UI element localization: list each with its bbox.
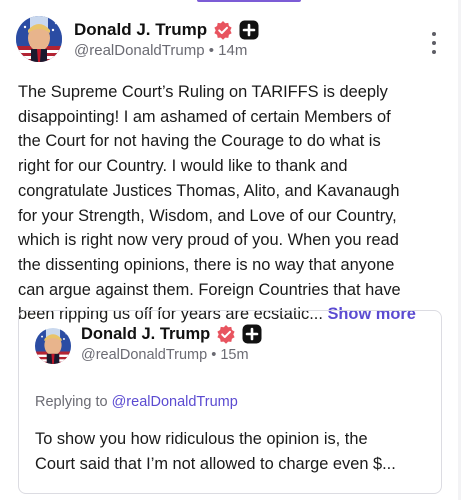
replying-to: Replying to @realDonaldTrump [35, 394, 238, 410]
post-body-line: congratulate Justices Thomas, Alito, and… [18, 181, 400, 200]
post-timestamp[interactable]: 14m [218, 42, 247, 59]
quoted-post-body: To show you how ridiculous the opinion i… [35, 427, 431, 476]
post-body: The Supreme Court’s Ruling on TARIFFS is… [18, 80, 448, 327]
avatar-image [16, 16, 62, 62]
quoted-author-handle[interactable]: @realDonaldTrump [81, 347, 207, 363]
author-meta-row: @realDonaldTrump • 14m [74, 42, 247, 59]
quoted-author-display-name[interactable]: Donald J. Trump [81, 325, 210, 344]
menu-dot [432, 32, 436, 36]
quoted-post-body-line: To show you how ridiculous the opinion i… [35, 430, 368, 448]
post-body-line: can argue against them. Foreign Countrie… [18, 280, 401, 299]
author-handle[interactable]: @realDonaldTrump [74, 42, 205, 59]
replying-to-handle-link[interactable]: @realDonaldTrump [112, 394, 238, 410]
post: Donald J. Trump @realDonaldTrump • 14m T… [0, 0, 461, 500]
replying-to-label: Replying to [35, 394, 108, 410]
avatar[interactable] [16, 16, 62, 62]
plus-badge-icon [242, 324, 262, 344]
menu-dot [432, 50, 436, 54]
meta-separator: • [208, 42, 214, 59]
avatar-image [35, 328, 71, 364]
author-name-row: Donald J. Trump [74, 19, 259, 41]
quoted-author-meta-row: @realDonaldTrump • 15m [81, 347, 249, 363]
verified-badge-icon [217, 325, 235, 344]
post-body-line: the Court for not having the Courage to … [18, 132, 381, 151]
plus-badge-icon [239, 20, 259, 40]
post-body-line: for your Strength, Wisdom, and Love of o… [18, 206, 397, 225]
quoted-post-card[interactable]: Donald J. Trump @realDonaldTrump • 15m R… [18, 310, 442, 494]
post-body-line: the dissenting opinions, there is no way… [18, 255, 395, 274]
author-display-name[interactable]: Donald J. Trump [74, 20, 207, 40]
post-body-line: disappointing! I am ashamed of certain M… [18, 107, 391, 126]
quoted-post-body-line: Court said that I’m not allowed to charg… [35, 454, 396, 473]
post-body-line: right for our Country. I would like to t… [18, 157, 348, 176]
post-body-line: which is right now very proud of you. Wh… [18, 231, 399, 250]
post-body-line: The Supreme Court’s Ruling on TARIFFS is… [18, 83, 388, 101]
more-vertical-icon[interactable] [424, 32, 444, 54]
quoted-avatar[interactable] [35, 328, 71, 364]
quoted-post-timestamp[interactable]: 15m [220, 347, 248, 363]
quoted-author-name-row: Donald J. Trump [81, 323, 262, 345]
post-header: Donald J. Trump @realDonaldTrump • 14m [16, 16, 446, 64]
meta-separator: • [211, 347, 217, 363]
menu-dot [432, 41, 436, 45]
verified-badge-icon [214, 21, 232, 40]
